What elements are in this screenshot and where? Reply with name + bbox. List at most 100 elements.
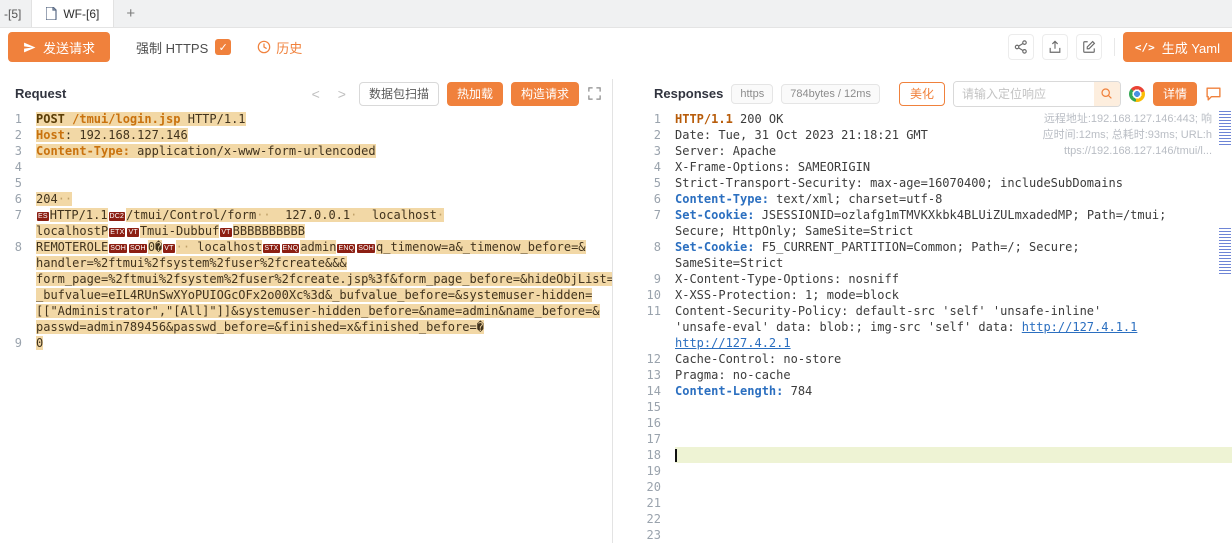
code-line[interactable]: 13Pragma: no-cache: [639, 367, 1232, 383]
line-number: 5: [0, 175, 36, 191]
edit-button[interactable]: [1076, 34, 1102, 60]
code-line[interactable]: 90: [0, 335, 612, 351]
code-line[interactable]: 1POST /tmui/login.jsp HTTP/1.1: [0, 111, 612, 127]
control-char-badge: ES: [37, 212, 49, 221]
code-line[interactable]: 23: [639, 527, 1232, 543]
export-icon: [1048, 40, 1062, 54]
code-line[interactable]: 6204··: [0, 191, 612, 207]
code-line[interactable]: _bufvalue=eIL4RUnSwXYoPUIOGcOFx2o00Xc%3d…: [0, 287, 612, 303]
send-request-button[interactable]: 发送请求: [8, 32, 110, 62]
search-input[interactable]: [954, 82, 1094, 106]
search-button[interactable]: [1094, 82, 1120, 106]
tab-active-fuzzer[interactable]: WF-[6]: [32, 0, 114, 27]
code-line[interactable]: 21: [639, 495, 1232, 511]
line-number: 4: [0, 159, 36, 175]
code-line[interactable]: 11Content-Security-Policy: default-src '…: [639, 303, 1232, 319]
code-line[interactable]: 4: [0, 159, 612, 175]
code-line[interactable]: 'unsafe-eval' data: blob:; img-src 'self…: [639, 319, 1232, 335]
tab-label: -[5]: [4, 7, 21, 21]
code-line[interactable]: 1HTTP/1.1 200 OK远程地址:192.168.127.146:443…: [639, 111, 1232, 127]
tab-bar: -[5] WF-[6] +: [0, 0, 1232, 28]
code-line[interactable]: 22: [639, 511, 1232, 527]
code-line[interactable]: 3Server: Apachettps://192.168.127.146/tm…: [639, 143, 1232, 159]
minimap-block: [1219, 228, 1231, 276]
history-prev-arrow[interactable]: <: [307, 86, 325, 102]
code-line[interactable]: 5Strict-Transport-Security: max-age=1607…: [639, 175, 1232, 191]
http-fuzzer-app: -[5] WF-[6] + 发送请求 强制 HTTPS ✓ 历史: [0, 0, 1232, 543]
code-line[interactable]: 6Content-Type: text/xml; charset=utf-8: [639, 191, 1232, 207]
tab-prev-fuzzer[interactable]: -[5]: [0, 0, 32, 27]
force-https-checkbox[interactable]: ✓: [215, 39, 231, 55]
code-line[interactable]: 16: [639, 415, 1232, 431]
line-number: 2: [639, 127, 675, 143]
line-number: 18: [639, 447, 675, 463]
edit-icon: [1082, 40, 1096, 54]
code-line[interactable]: form_page=%2ftmui%2fsystem%2fuser%2fcrea…: [0, 271, 612, 287]
details-button[interactable]: 详情: [1153, 82, 1197, 106]
code-line[interactable]: Secure; HttpOnly; SameSite=Strict: [639, 223, 1232, 239]
code-line[interactable]: SameSite=Strict: [639, 255, 1232, 271]
line-number: 1: [639, 111, 675, 127]
code-line[interactable]: [["Administrator","[All]"]]&systemuser-h…: [0, 303, 612, 319]
code-line[interactable]: 2Date: Tue, 31 Oct 2023 21:18:21 GMT应时间:…: [639, 127, 1232, 143]
construct-request-button[interactable]: 构造请求: [511, 82, 579, 106]
line-number: 3: [0, 143, 36, 159]
control-char-badge: VT: [220, 228, 231, 237]
control-char-badge: DC2: [109, 212, 126, 221]
comment-icon[interactable]: [1205, 85, 1222, 102]
new-tab-button[interactable]: +: [114, 0, 147, 27]
line-number: 15: [639, 399, 675, 415]
minimap-block: [1219, 111, 1231, 145]
code-line[interactable]: 14Content-Length: 784: [639, 383, 1232, 399]
packet-scan-button[interactable]: 数据包扫描: [359, 82, 439, 106]
code-line[interactable]: http://127.4.2.1: [639, 335, 1232, 351]
response-meta-info: ttps://192.168.127.146/tmui/l...: [1064, 143, 1232, 159]
line-number: 12: [639, 351, 675, 367]
code-line[interactable]: 3Content-Type: application/x-www-form-ur…: [0, 143, 612, 159]
code-line[interactable]: 2Host: 192.168.127.146: [0, 127, 612, 143]
minimap[interactable]: [1218, 108, 1232, 543]
code-line[interactable]: 12Cache-Control: no-store: [639, 351, 1232, 367]
history-next-arrow[interactable]: >: [333, 86, 351, 102]
generate-yaml-button[interactable]: </> 生成 Yaml: [1123, 32, 1232, 62]
code-line[interactable]: 8REMOTEROLESOHSOH0�VT·· localhostSTXENQa…: [0, 239, 612, 255]
control-char-badge: STX: [263, 244, 279, 253]
code-line[interactable]: 5: [0, 175, 612, 191]
size-time-badge: 784bytes / 12ms: [781, 84, 880, 104]
code-line[interactable]: 17: [639, 431, 1232, 447]
request-editor[interactable]: 1POST /tmui/login.jsp HTTP/1.12Host: 192…: [0, 108, 612, 543]
code-line[interactable]: 19: [639, 463, 1232, 479]
code-line[interactable]: 15: [639, 399, 1232, 415]
response-editor[interactable]: 1HTTP/1.1 200 OK远程地址:192.168.127.146:443…: [639, 108, 1232, 543]
history-button[interactable]: 历史: [257, 38, 302, 57]
code-line[interactable]: 4X-Frame-Options: SAMEORIGIN: [639, 159, 1232, 175]
code-line[interactable]: handler=%2ftmui%2fsystem%2fuser%2fcreate…: [0, 255, 612, 271]
code-line[interactable]: 7ESHTTP/1.1DC2/tmui/Control/form·· 127.0…: [0, 207, 612, 223]
beautify-button[interactable]: 美化: [899, 82, 945, 106]
line-number: 5: [639, 175, 675, 191]
clock-icon: [257, 40, 271, 54]
line-number: 7: [0, 207, 36, 223]
code-line[interactable]: localhostPETXVTTmui-DubbufVTBBBBBBBBBB: [0, 223, 612, 239]
request-panel: Request < > 数据包扫描 热加载 构造请求 1POST /tmui/l…: [0, 79, 613, 543]
share-button[interactable]: [1008, 34, 1034, 60]
code-line[interactable]: 20: [639, 479, 1232, 495]
code-line[interactable]: 9X-Content-Type-Options: nosniff: [639, 271, 1232, 287]
panel-divider[interactable]: [613, 79, 639, 543]
code-line[interactable]: passwd=admin789456&passwd_before=&finish…: [0, 319, 612, 335]
fullscreen-icon[interactable]: [587, 86, 602, 101]
control-char-badge: ENQ: [337, 244, 355, 253]
line-number: 13: [639, 367, 675, 383]
line-number: 20: [639, 479, 675, 495]
line-number: 9: [639, 271, 675, 287]
control-char-badge: SOH: [129, 244, 147, 253]
export-button[interactable]: [1042, 34, 1068, 60]
code-line[interactable]: 8Set-Cookie: F5_CURRENT_PARTITION=Common…: [639, 239, 1232, 255]
code-line[interactable]: 10X-XSS-Protection: 1; mode=block: [639, 287, 1232, 303]
code-line[interactable]: 18: [639, 447, 1232, 463]
open-in-browser-icon[interactable]: [1129, 86, 1145, 102]
hot-reload-button[interactable]: 热加载: [447, 82, 503, 106]
request-title: Request: [15, 86, 66, 101]
line-number: 16: [639, 415, 675, 431]
code-line[interactable]: 7Set-Cookie: JSESSIONID=ozlafg1mTMVKXkbk…: [639, 207, 1232, 223]
